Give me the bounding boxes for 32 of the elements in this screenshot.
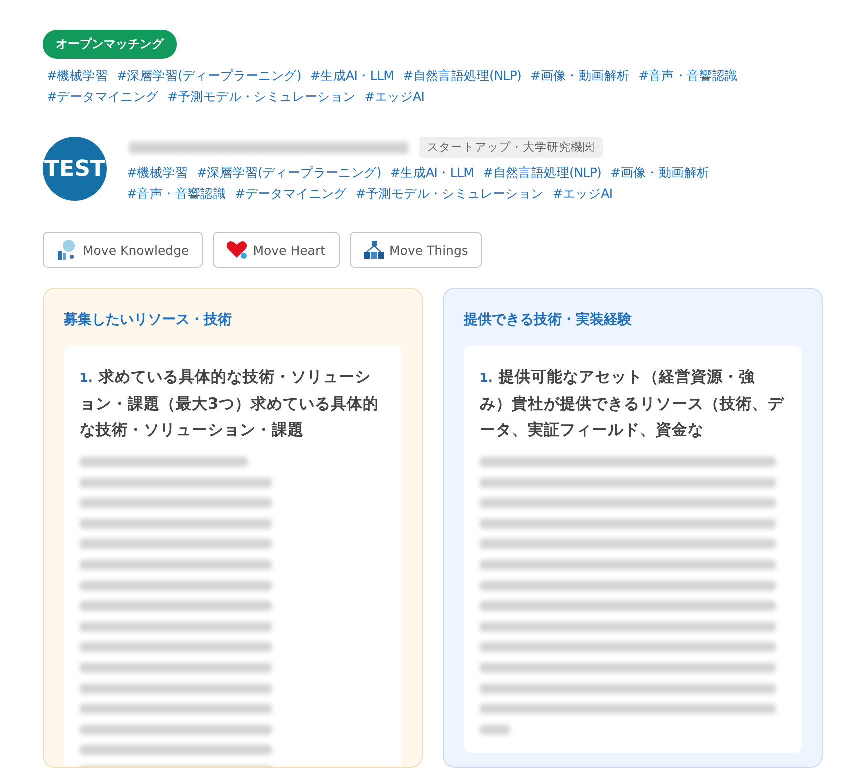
tag-link[interactable]: #エッジAI (552, 185, 613, 202)
knowledge-icon (56, 239, 78, 261)
tag-link[interactable]: #エッジAI (364, 88, 425, 105)
move-button[interactable]: Move Things (350, 232, 482, 268)
move-button[interactable]: Move Knowledge (43, 232, 204, 268)
blocks-icon (362, 240, 385, 260)
tag-link[interactable]: #データマイニング (235, 185, 347, 202)
tag-link[interactable]: #自然言語処理(NLP) (403, 67, 522, 84)
tag-link[interactable]: #機械学習 (127, 164, 188, 181)
tag-link[interactable]: #音声・音響認識 (638, 67, 738, 84)
panel-title: 募集したいリソース・技術 (64, 311, 233, 329)
tag-link[interactable]: #機械学習 (47, 67, 108, 84)
tag-link[interactable]: #データマイニング (47, 88, 159, 105)
category-badge: スタートアップ・大学研究機関 (419, 137, 603, 158)
tag-link[interactable]: #音声・音響認識 (127, 185, 226, 202)
tag-link[interactable]: #予測モデル・シミュレーション (168, 88, 356, 105)
tag-link[interactable]: #深層学習(ディープラーニング) (196, 164, 382, 181)
tag-link[interactable]: #深層学習(ディープラーニング) (116, 67, 302, 84)
tag-link[interactable]: #生成AI・LLM (310, 67, 394, 84)
move-button[interactable]: Move Heart (213, 232, 340, 268)
question-heading: 1. 求めている具体的な技術・ソリューション・課題（最大3つ）求めている具体的な技術・ソリューション・課題 (80, 367, 380, 441)
question-heading: 1. 提供可能なアセット（経営資源・強み）貴社が提供できるリソース（技術、データ、実証フィールド、資金な (480, 367, 786, 441)
tag-link[interactable]: #生成AI・LLM (390, 164, 474, 181)
blurred-text (480, 724, 510, 735)
tag-link[interactable]: #予測モデル・シミュレーション (356, 185, 544, 202)
tag-link[interactable]: #自然言語処理(NLP) (483, 164, 602, 181)
tag-link[interactable]: #画像・動画解析 (530, 67, 630, 84)
heart-icon (226, 240, 248, 260)
status-badge: オープンマッチング (43, 30, 177, 59)
company-avatar: TEST (43, 137, 107, 201)
panel-title: 提供できる技術・実装経験 (464, 311, 633, 329)
tag-link[interactable]: #画像・動画解析 (610, 164, 710, 181)
